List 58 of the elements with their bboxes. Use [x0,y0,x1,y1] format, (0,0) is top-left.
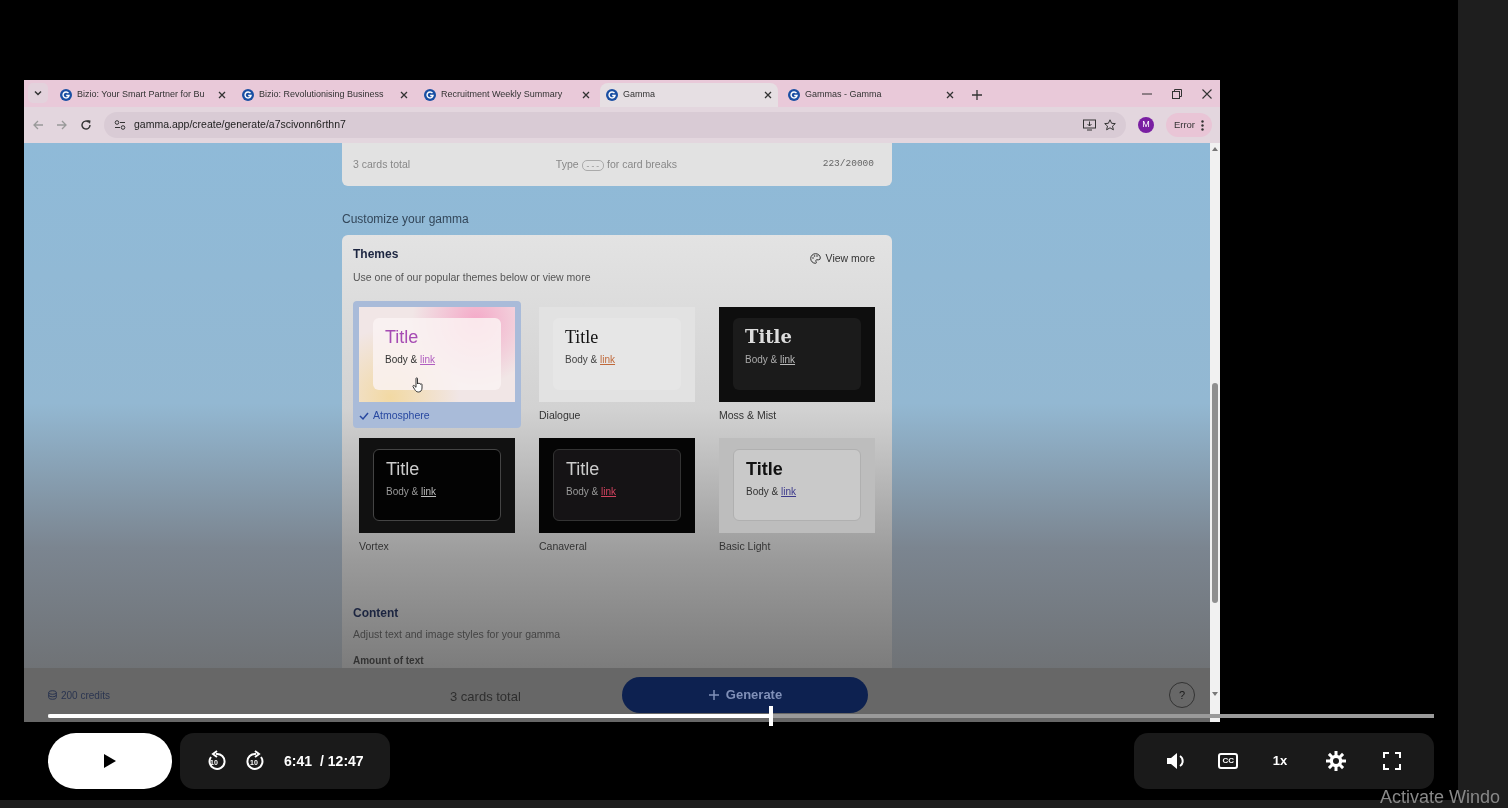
theme-option[interactable]: Title Body & link Basic Light [713,431,881,559]
theme-name: Basic Light [719,538,771,554]
preview-title: Title [745,328,793,347]
preview-body: Body & link [386,485,438,499]
preview-body: Body & link [746,485,798,499]
theme-name: Atmosphere [373,407,430,423]
character-count: 223/20000 [822,157,874,172]
browser-tab[interactable]: Bizio: Your Smart Partner for Bu [54,83,232,107]
preview-link[interactable]: link [601,486,617,497]
preview-link[interactable]: link [781,486,797,497]
preview-title: Title [385,328,420,347]
preview-link[interactable]: link [421,486,437,497]
duration: / 12:47 [320,751,364,771]
preview-title: Title [566,460,601,478]
browser-tab[interactable]: Gamma [600,83,778,107]
tab-title: Bizio: Your Smart Partner for Bu [77,88,206,102]
preview-title: Title [386,460,421,478]
preview-body: Body & link [566,485,618,499]
browser-tab[interactable]: Gammas - Gamma [782,83,960,107]
theme-name: Dialogue [539,407,581,423]
captions-button[interactable]: CC [1218,753,1238,769]
themes-title: Themes [353,246,400,263]
preview-body: Body & link [565,353,617,368]
browser-tab[interactable]: Bizio: Revolutionising Business [236,83,414,107]
url-text[interactable]: gamma.app/create/generate/a7scivonn6rthn7 [134,117,346,133]
tab-title: Gamma [623,88,656,102]
themes-subtitle: Use one of our popular themes below or view more [353,270,591,285]
section-title: Customize your gamma [342,211,470,228]
theme-name: Vortex [359,538,389,554]
card-count: 3 cards total [353,156,411,172]
current-time: 6:41 [284,751,313,771]
speed-button[interactable]: 1x [1266,751,1294,771]
view-more-button[interactable]: View more [809,251,875,267]
tab-title: Gammas - Gamma [805,88,883,102]
content-title: Content [353,605,400,623]
theme-option[interactable]: Title Body & link Canaveral [533,431,701,559]
error-button[interactable]: Error [1165,113,1212,137]
preview-title: Title [565,328,600,347]
browser-tab[interactable]: Recruitment Weekly Summary [418,83,596,107]
theme-option[interactable]: Title Body & link Atmosphere [353,300,521,428]
theme-option[interactable]: Title Body & link Vortex [353,431,521,559]
theme-option[interactable]: Title Body & link Moss & Mist [713,300,881,428]
content-subtitle: Adjust text and image styles for your gamma [353,627,562,643]
profile-avatar[interactable]: M [1137,117,1154,133]
preview-body: Body & link [745,353,797,368]
amount-of-text-label: Amount of text [353,654,425,668]
activation-notice: Activate Windo [1380,786,1501,808]
theme-option[interactable]: Title Body & link Dialogue [533,300,701,428]
theme-name: Canaveral [539,538,587,554]
preview-title: Title [746,460,784,478]
card-break-hint: Type --- for card breaks [555,156,678,173]
tab-title: Bizio: Revolutionising Business [259,88,385,102]
card-count: 3 cards total [450,688,521,706]
tab-title: Recruitment Weekly Summary [441,88,564,102]
preview-link[interactable]: link [780,354,796,366]
theme-name: Moss & Mist [719,407,777,423]
preview-body: Body & link [385,353,437,368]
preview-link[interactable]: link [420,354,436,366]
